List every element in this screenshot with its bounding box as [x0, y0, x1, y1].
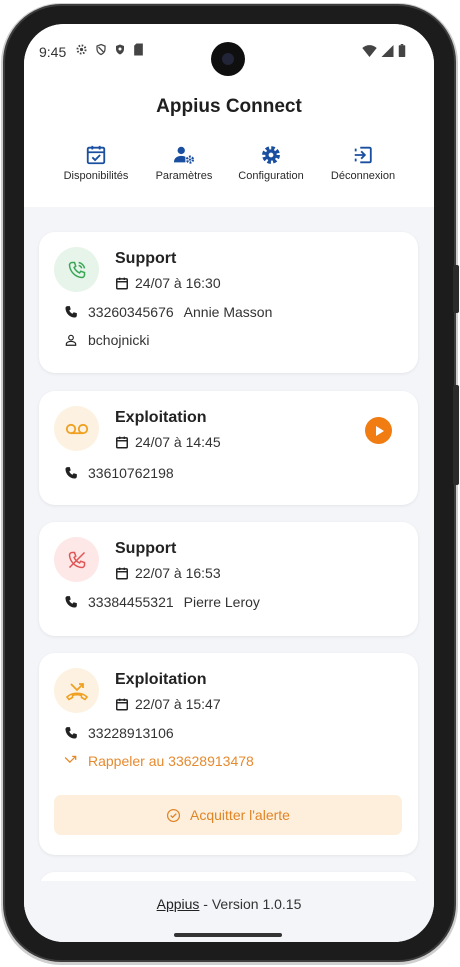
footer-version: Appius - Version 1.0.15: [24, 896, 434, 912]
status-icons-right: [362, 44, 406, 57]
shield-icon: [116, 44, 124, 55]
nav-deconnexion[interactable]: Déconnexion: [326, 144, 400, 182]
phone-in-talk-icon: [68, 261, 85, 278]
nav-label-configuration: Configuration: [238, 170, 304, 182]
call-missed-outgoing-icon: [65, 682, 88, 701]
call-phone-line: 33610762198: [64, 465, 174, 481]
call-status-avatar: [54, 668, 99, 713]
acknowledge-alert-button[interactable]: Acquitter l'alerte: [54, 795, 402, 835]
nav-label-disponibilites: Disponibilités: [63, 170, 129, 182]
acknowledge-alert-label: Acquitter l'alerte: [190, 807, 290, 823]
calendar-icon: [116, 698, 128, 710]
callback-text: Rappeler au 33628913478: [88, 753, 254, 769]
check-circle-icon: [166, 808, 181, 822]
phone-icon: [65, 596, 77, 608]
app-header: Appius Connect Disponibilités Paramètres…: [24, 76, 434, 207]
caller-phone-number: 33384455321: [88, 594, 174, 610]
caller-phone-number: 33610762198: [88, 465, 174, 481]
call-card[interactable]: Support 24/07 à 16:30 33260345676 Annie …: [39, 232, 418, 373]
call-card[interactable]: Exploitation 22/07 à 15:47 33228913106 R…: [39, 653, 418, 855]
settings-status-icon: [76, 44, 87, 55]
calendar-icon: [116, 436, 128, 448]
call-queue-name: Exploitation: [115, 409, 207, 426]
wifi-icon: [362, 44, 377, 57]
status-time: 9:45: [39, 44, 67, 60]
play-icon: [375, 425, 384, 436]
callback-arrow-icon: [64, 755, 77, 764]
calendar-check-icon: [86, 145, 106, 165]
call-phone-line: 33384455321 Pierre Leroy: [64, 594, 260, 610]
caller-phone-number: 33228913106: [88, 725, 174, 741]
call-queue-name: Support: [115, 250, 177, 267]
status-icons-left: [75, 43, 144, 56]
call-datetime: 22/07 à 16:53: [115, 565, 221, 581]
user-settings-icon: [173, 146, 195, 164]
phone-icon: [65, 467, 77, 479]
agent-username: bchojnicki: [88, 332, 150, 348]
phone-icon: [65, 727, 77, 739]
nav-configuration[interactable]: Configuration: [233, 144, 309, 182]
call-datetime-text: 22/07 à 15:47: [135, 696, 221, 712]
power-button: [453, 265, 459, 313]
call-datetime-text: 24/07 à 14:45: [135, 434, 221, 450]
front-camera: [211, 42, 245, 76]
person-icon: [65, 334, 77, 346]
version-text: - Version 1.0.15: [199, 896, 302, 912]
signal-icon: [381, 44, 394, 57]
call-status-avatar: [54, 247, 99, 292]
gear-icon: [262, 146, 280, 164]
app-title: Appius Connect: [156, 96, 302, 117]
call-queue-name: Exploitation: [115, 671, 207, 688]
call-datetime-text: 22/07 à 16:53: [135, 565, 221, 581]
nav-parametres[interactable]: Paramètres: [151, 144, 217, 182]
volume-button: [453, 385, 459, 485]
logout-icon: [354, 146, 372, 164]
sim-card-icon: [134, 43, 143, 56]
calendar-icon: [116, 567, 128, 579]
phone-icon: [65, 306, 77, 318]
call-card[interactable]: Support 22/07 à 16:53 33384455321 Pierre…: [39, 522, 418, 636]
call-queue-name: Support: [115, 540, 177, 557]
calendar-icon: [116, 277, 128, 289]
status-bar: 9:45: [24, 24, 434, 76]
battery-icon: [398, 44, 406, 57]
nav-disponibilites[interactable]: Disponibilités: [58, 144, 134, 182]
screen: 9:45 Appius Connect Disponibilités Param…: [24, 24, 434, 942]
call-card[interactable]: Exploitation 24/07 à 14:45 33610762198: [39, 391, 418, 505]
call-agent-line: bchojnicki: [64, 332, 149, 348]
call-status-avatar: [54, 537, 99, 582]
call-phone-line: 33228913106: [64, 725, 174, 741]
callback-link[interactable]: Rappeler au 33628913478: [64, 753, 254, 769]
call-datetime: 24/07 à 16:30: [115, 275, 221, 291]
call-datetime: 22/07 à 15:47: [115, 696, 221, 712]
nav-label-deconnexion: Déconnexion: [330, 170, 396, 182]
home-indicator[interactable]: [174, 933, 282, 937]
footer: Appius - Version 1.0.15: [24, 881, 434, 942]
call-phone-line: 33260345676 Annie Masson: [64, 304, 272, 320]
appius-link[interactable]: Appius: [157, 896, 200, 912]
call-datetime: 24/07 à 14:45: [115, 434, 221, 450]
voicemail-icon: [65, 423, 88, 434]
caller-name: Pierre Leroy: [183, 594, 260, 610]
call-status-avatar: [54, 406, 99, 451]
shield-outline-icon: [96, 43, 106, 56]
play-voicemail-button[interactable]: [365, 417, 392, 444]
caller-name: Annie Masson: [183, 304, 273, 320]
missed-call-icon: [68, 551, 85, 568]
caller-phone-number: 33260345676: [88, 304, 174, 320]
nav-label-parametres: Paramètres: [155, 170, 213, 182]
call-datetime-text: 24/07 à 16:30: [135, 275, 221, 291]
